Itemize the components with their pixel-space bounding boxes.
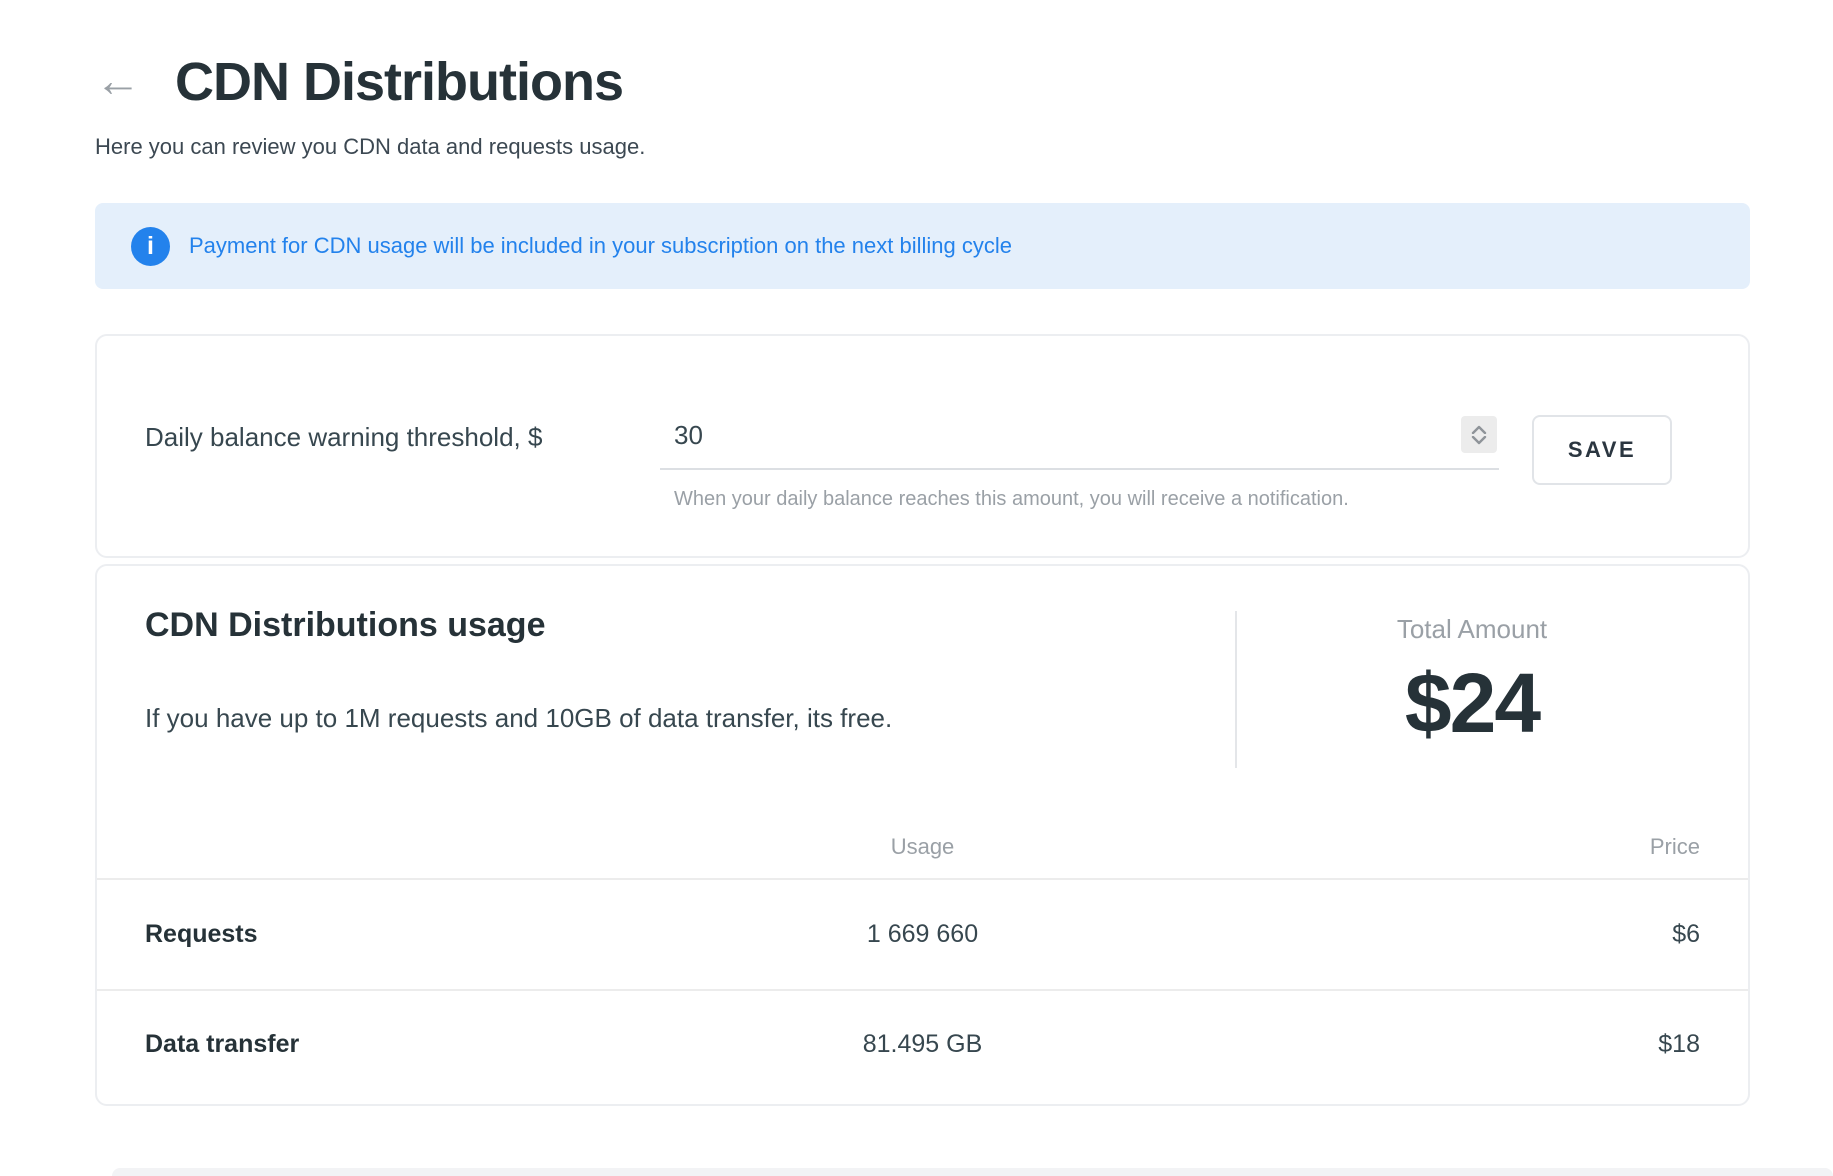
next-card-edge bbox=[112, 1168, 1833, 1176]
row-price: $18 bbox=[1200, 1030, 1700, 1059]
table-row: Data transfer 81.495 GB $18 bbox=[97, 991, 1748, 1098]
threshold-label: Daily balance warning threshold, $ bbox=[145, 422, 542, 453]
header-usage: Usage bbox=[645, 834, 1200, 860]
page-title: CDN Distributions bbox=[175, 52, 623, 112]
save-button[interactable]: SAVE bbox=[1532, 415, 1672, 485]
threshold-input[interactable] bbox=[660, 414, 1434, 451]
table-row: Requests 1 669 660 $6 bbox=[97, 880, 1748, 991]
page-subtitle: Here you can review you CDN data and req… bbox=[95, 134, 1750, 160]
total-amount-block: Total Amount $24 bbox=[1237, 614, 1707, 752]
total-amount-label: Total Amount bbox=[1237, 614, 1707, 645]
info-icon: i bbox=[131, 227, 170, 266]
info-banner-text: Payment for CDN usage will be included i… bbox=[189, 233, 1012, 259]
page-header: ← CDN Distributions bbox=[95, 52, 1750, 112]
row-name: Requests bbox=[145, 920, 645, 949]
usage-card-description: If you have up to 1M requests and 10GB o… bbox=[145, 703, 892, 734]
info-banner: i Payment for CDN usage will be included… bbox=[95, 203, 1750, 289]
threshold-hint: When your daily balance reaches this amo… bbox=[674, 488, 1349, 511]
table-header-row: Usage Price bbox=[97, 816, 1748, 880]
stepper-down-icon[interactable] bbox=[1471, 436, 1487, 445]
threshold-input-wrapper bbox=[660, 414, 1499, 470]
threshold-card: Daily balance warning threshold, $ SAVE … bbox=[95, 334, 1750, 558]
row-usage: 81.495 GB bbox=[645, 1030, 1200, 1059]
row-usage: 1 669 660 bbox=[645, 920, 1200, 949]
stepper-up-icon[interactable] bbox=[1471, 425, 1487, 434]
header-price: Price bbox=[1200, 834, 1700, 860]
page-container: ← CDN Distributions Here you can review … bbox=[95, 0, 1750, 1106]
threshold-stepper[interactable] bbox=[1461, 416, 1497, 453]
row-price: $6 bbox=[1200, 920, 1700, 949]
usage-card-heading: CDN Distributions usage bbox=[145, 606, 545, 645]
total-amount-value: $24 bbox=[1237, 655, 1707, 752]
usage-table: Usage Price Requests 1 669 660 $6 Data t… bbox=[97, 816, 1748, 1098]
row-name: Data transfer bbox=[145, 1030, 645, 1059]
usage-card: CDN Distributions usage If you have up t… bbox=[95, 564, 1750, 1106]
back-arrow-icon[interactable]: ← bbox=[95, 55, 141, 109]
